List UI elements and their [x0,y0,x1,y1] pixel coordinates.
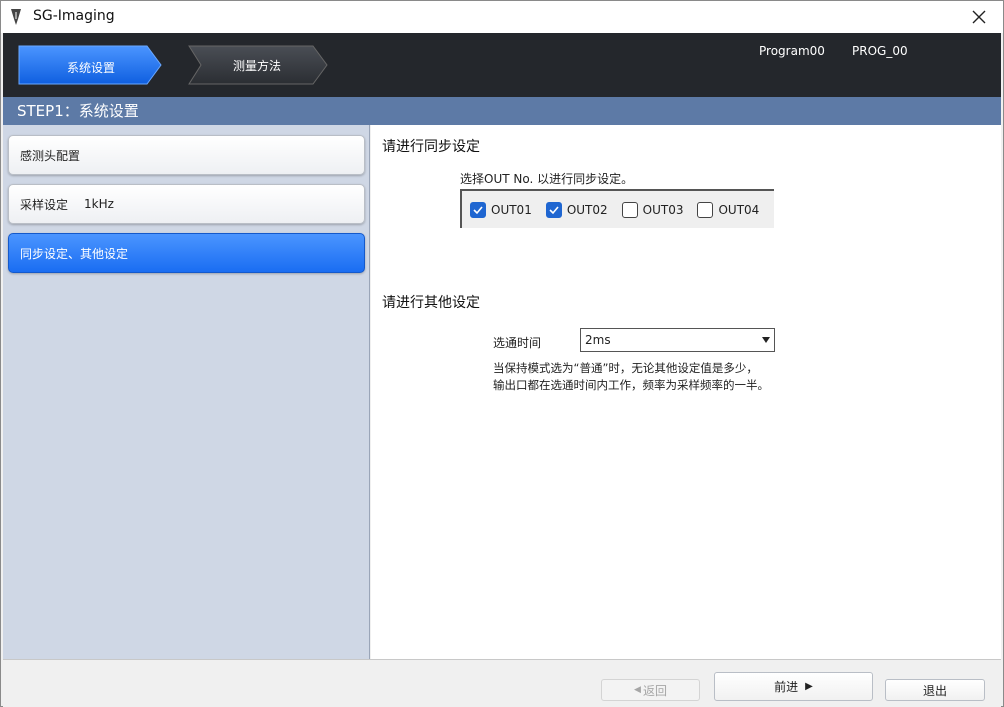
settings-nav: 感测头配置 采样设定 1kHz 同步设定、其他设定 [3,125,370,659]
checkmark-icon [549,205,559,214]
dropdown-arrow-icon [762,337,770,343]
next-arrow-icon: ▶ [805,681,813,692]
note-line-1: 当保持模式选为“普通”时，无论其他设定值是多少， [493,361,758,375]
checkbox-unchecked [621,201,638,218]
checkbox-label: OUT03 [642,202,684,217]
next-button[interactable]: 前进 ▶ [714,672,873,701]
settings-content: 请进行同步设定 选择OUT No. 以进行同步设定。 OUT01 OUT02 O… [371,125,1001,659]
app-window: SG-Imaging 系统设置 测量方法 Program00 PROG_00 S… [0,0,1004,707]
nav-item-sync-other[interactable]: 同步设定、其他设定 [8,233,365,273]
exit-button[interactable]: 退出 [885,679,985,701]
step-tab-label: 系统设置 [66,60,115,75]
pass-time-value: 2ms [585,333,611,347]
program-name: Program00 [759,44,825,58]
checkbox-out02[interactable]: OUT02 [545,201,608,218]
step-tab-label: 测量方法 [232,58,281,73]
nav-item-label: 感测头配置 [20,148,81,163]
nav-item-sampling[interactable]: 采样设定 1kHz [8,184,365,224]
step-tab-system-settings[interactable]: 系统设置 [17,44,163,86]
nav-item-sensor-config[interactable]: 感测头配置 [8,135,365,175]
program-id: PROG_00 [852,44,908,58]
pass-time-label: 选通时间 [493,336,542,350]
step-tab-measurement-method[interactable]: 测量方法 [187,44,329,86]
checkbox-label: OUT04 [718,202,760,217]
checkbox-out04[interactable]: OUT04 [697,201,760,218]
step-title: STEP1：系统设置 [3,97,1001,125]
out-checkbox-group: OUT01 OUT02 OUT03 OUT04 [460,189,774,228]
footer-bar: ◀ 返回 前进 ▶ 退出 [3,659,1001,707]
sync-hint: 选择OUT No. 以进行同步设定。 [460,172,634,186]
checkbox-out03[interactable]: OUT03 [621,201,684,218]
step-header: 系统设置 测量方法 Program00 PROG_00 [3,33,1001,97]
checkbox-checked [470,201,486,218]
back-button[interactable]: ◀ 返回 [601,679,700,701]
nav-item-value: 1kHz [84,197,114,211]
nav-item-label: 同步设定、其他设定 [20,246,129,261]
back-arrow-icon: ◀ [634,685,641,695]
checkbox-checked [545,201,562,218]
checkbox-label: OUT02 [566,202,608,217]
sync-section-title: 请进行同步设定 [382,139,480,155]
title-bar: SG-Imaging [1,1,1003,33]
close-icon [972,10,986,24]
checkmark-icon [473,205,483,214]
other-section-title: 请进行其他设定 [382,295,480,311]
close-button[interactable] [961,3,997,31]
exit-button-label: 退出 [922,683,947,698]
pass-time-select[interactable]: 2ms [580,328,775,352]
checkbox-label: OUT01 [491,202,532,217]
next-button-label: 前进 [774,680,799,694]
window-title: SG-Imaging [33,8,115,24]
checkbox-unchecked [697,201,714,218]
back-button-label: 返回 [642,683,667,698]
pen-nib-icon [11,9,21,25]
nav-item-label: 采样设定 [20,197,69,212]
checkbox-out01[interactable]: OUT01 [470,201,532,218]
note-line-2: 输出口都在选通时间内工作，频率为采样频率的一半。 [493,378,769,392]
